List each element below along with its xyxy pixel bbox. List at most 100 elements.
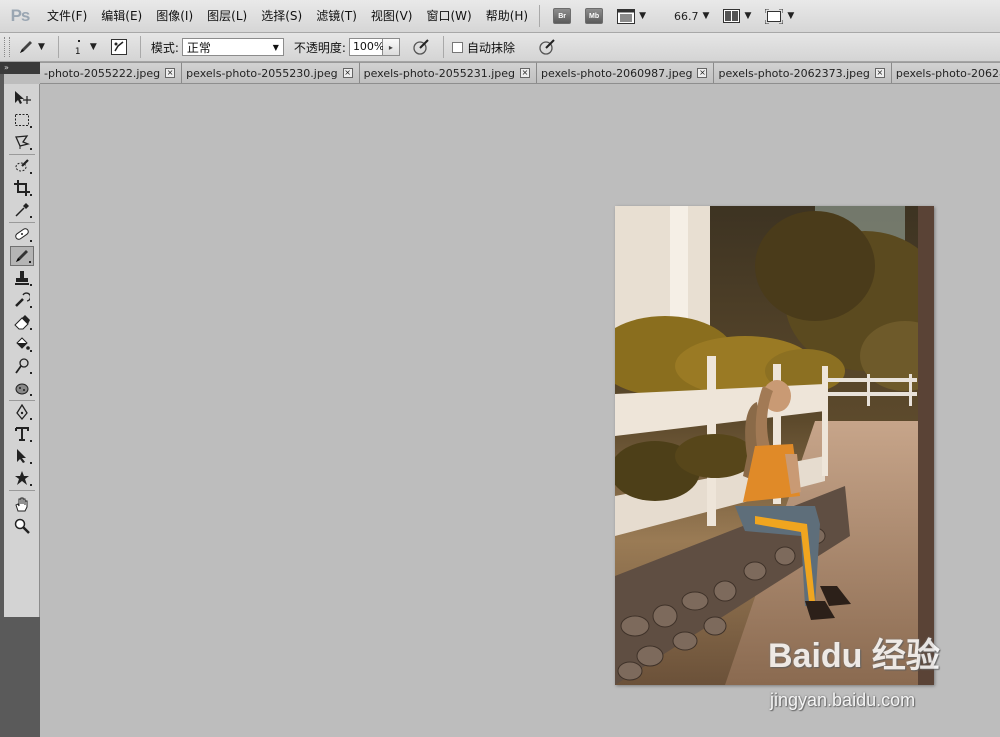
tab-document[interactable]: -photo-2055222.jpeg × (40, 62, 183, 83)
chevron-down-icon: ▼ (744, 11, 752, 21)
tool-separator (9, 490, 35, 491)
eyedropper-tool[interactable] (10, 200, 34, 220)
auto-erase-checkbox[interactable] (451, 41, 463, 53)
auto-erase-label: 自动抹除 (466, 40, 515, 55)
tool-submenu-indicator (30, 240, 32, 242)
history-brush-icon (15, 292, 30, 307)
chevron-down-icon: ▼ (702, 11, 710, 21)
menu-view[interactable]: 视图(V) (364, 0, 420, 33)
blur-tool[interactable] (10, 378, 34, 398)
crop-tool[interactable] (10, 178, 34, 198)
tool-submenu-indicator (30, 394, 32, 396)
menu-image[interactable]: 图像(I) (149, 0, 200, 33)
mode-label: 模式: (150, 40, 179, 55)
tab-document[interactable]: pexels-photo-2055231.jpeg × (359, 62, 538, 83)
menu-select[interactable]: 选择(S) (254, 0, 309, 33)
tab-document[interactable]: pexels-photo-2055230.jpeg × (182, 62, 360, 83)
tool-separator (9, 154, 35, 155)
watermark-url: jingyan.baidu.com (770, 690, 916, 710)
chevron-down-icon: ▼ (89, 42, 97, 52)
menu-filter[interactable]: 滤镜(T) (309, 0, 364, 33)
tools-panel-collapse[interactable]: » (0, 62, 40, 74)
marquee-tool[interactable] (10, 110, 34, 130)
arrange-icon (723, 9, 741, 23)
tool-submenu-indicator (30, 350, 32, 352)
opacity-field[interactable]: 100% (348, 38, 384, 56)
chevron-down-icon: ▼ (639, 11, 647, 21)
close-icon[interactable]: × (165, 68, 176, 78)
history-brush-tool[interactable] (10, 290, 34, 310)
options-separator (139, 36, 141, 58)
tool-submenu-indicator (30, 148, 32, 150)
menu-help[interactable]: 帮助(H) (479, 0, 535, 33)
pencil-icon (20, 41, 32, 53)
hand-icon (15, 497, 28, 512)
tab-label: pexels-photo-2055231.jpeg (363, 66, 516, 80)
tool-submenu-indicator (30, 216, 32, 218)
zoom-tool[interactable] (10, 516, 34, 536)
brush-preset-picker[interactable]: 1 ▼ (72, 37, 97, 57)
dodge-tool[interactable] (10, 356, 34, 376)
tool-submenu-indicator (30, 126, 32, 128)
pen-tool[interactable] (10, 402, 34, 422)
mode-select[interactable]: 正常 ▼ (181, 38, 284, 56)
brush-size-swatch: 1 (72, 36, 86, 58)
tablet-pressure-size-button[interactable] (538, 37, 556, 57)
pencil-tool[interactable] (10, 246, 34, 266)
screen-mode-dropdown[interactable]: ▼ (765, 6, 794, 26)
eraser-tool[interactable] (10, 312, 34, 332)
crop-icon (14, 180, 30, 196)
stamp-icon (15, 271, 29, 285)
tab-document[interactable]: pexels-photo-2060987.jpeg × (537, 62, 715, 83)
healing-brush-tool[interactable] (10, 224, 34, 244)
menu-edit[interactable]: 编辑(E) (94, 0, 149, 33)
hand-tool[interactable] (10, 494, 34, 514)
path-selection-tool[interactable] (10, 446, 34, 466)
zoom-dropdown[interactable]: 66.7 ▼ (660, 6, 709, 26)
close-icon[interactable]: × (342, 68, 353, 78)
bandage-icon (15, 228, 29, 240)
document-image[interactable] (615, 206, 934, 685)
clone-stamp-tool[interactable] (10, 268, 34, 288)
tab-document[interactable]: pexels-photo-2062373.jpeg × (714, 62, 892, 83)
shape-tool[interactable] (10, 468, 34, 488)
quick-selection-tool[interactable] (10, 156, 34, 176)
tool-submenu-indicator (30, 462, 32, 464)
tool-submenu-indicator (30, 418, 32, 420)
paint-bucket-tool[interactable] (10, 334, 34, 354)
extras-dropdown[interactable]: ▼ (617, 6, 646, 26)
tool-preset-picker[interactable]: ▼ (18, 37, 45, 57)
menu-bar: Ps 文件(F) 编辑(E) 图像(I) 图层(L) 选择(S) 滤镜(T) 视… (0, 0, 1000, 33)
opacity-slider-toggle[interactable]: ▸ (382, 38, 400, 56)
zoom-level: 66.7 (674, 9, 699, 23)
tab-document[interactable]: pexels-photo-2062847 (891, 62, 1000, 83)
mini-bridge-button[interactable]: Mb (585, 6, 604, 26)
tool-submenu-indicator (30, 194, 32, 196)
bridge-icon: Br (553, 8, 572, 24)
menu-separator (539, 5, 541, 27)
film-strip-icon (617, 8, 636, 24)
lasso-tool[interactable] (10, 132, 34, 152)
close-icon[interactable]: × (874, 68, 885, 78)
close-icon[interactable]: × (520, 68, 531, 78)
menu-file[interactable]: 文件(F) (40, 0, 94, 33)
tablet-pressure-opacity-button[interactable] (412, 37, 430, 57)
brush-panel-toggle[interactable] (110, 37, 127, 57)
tool-submenu-indicator (30, 284, 32, 286)
tool-separator (9, 400, 35, 401)
bridge-button[interactable]: Br (553, 6, 572, 26)
move-tool[interactable] (10, 88, 34, 108)
menu-window[interactable]: 窗口(W) (419, 0, 478, 33)
options-bar-grip[interactable] (4, 37, 10, 57)
dodge-icon (15, 358, 29, 374)
move-icon (15, 91, 31, 104)
brush-tip-icon (77, 40, 80, 42)
arrange-documents-dropdown[interactable]: ▼ (723, 6, 751, 26)
type-tool[interactable] (10, 424, 34, 444)
menu-layer[interactable]: 图层(L) (200, 0, 254, 33)
pencil-icon (16, 250, 28, 262)
quick-selection-icon (15, 159, 29, 172)
type-icon (15, 427, 29, 441)
close-icon[interactable]: × (697, 68, 708, 78)
tab-label: pexels-photo-2062373.jpeg (718, 66, 870, 80)
